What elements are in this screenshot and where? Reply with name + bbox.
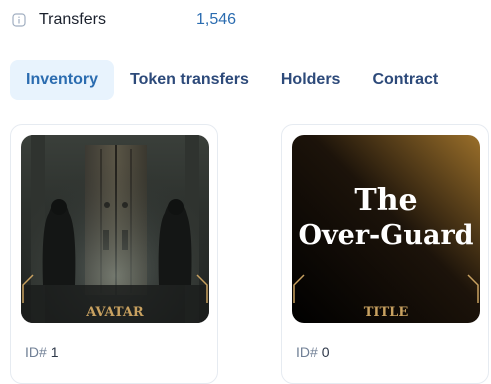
token-id-value[interactable]: 0 (322, 344, 330, 360)
transfers-label: Transfers (39, 11, 106, 28)
token-id-value[interactable]: 1 (51, 344, 59, 360)
token-image[interactable]: The Over-Guard TITLE (292, 135, 480, 323)
image-title-line2: Over-Guard (298, 220, 473, 251)
transfers-value: 1,546 (196, 11, 237, 28)
token-id-prefix: ID# (296, 344, 318, 360)
tab-inventory[interactable]: Inventory (10, 60, 115, 100)
image-title-line1: The (354, 183, 417, 218)
tab-bar: Inventory Token transfers Holders Contra… (10, 60, 454, 100)
stat-row-transfers: Transfers 1,546 (12, 8, 312, 32)
tab-token-transfers[interactable]: Token transfers (114, 60, 265, 100)
image-caption: TITLE (364, 305, 409, 320)
token-id: ID# 0 (296, 344, 329, 360)
tab-holders[interactable]: Holders (265, 60, 357, 100)
token-id-prefix: ID# (25, 344, 47, 360)
info-icon[interactable] (12, 13, 26, 27)
token-card[interactable]: AVATAR ID# 1 (10, 124, 218, 384)
token-card[interactable]: The Over-Guard TITLE ID# 0 (281, 124, 489, 384)
tab-contract[interactable]: Contract (356, 60, 454, 100)
token-id: ID# 1 (25, 344, 58, 360)
image-caption: AVATAR (85, 305, 144, 320)
token-image[interactable]: AVATAR (21, 135, 209, 323)
